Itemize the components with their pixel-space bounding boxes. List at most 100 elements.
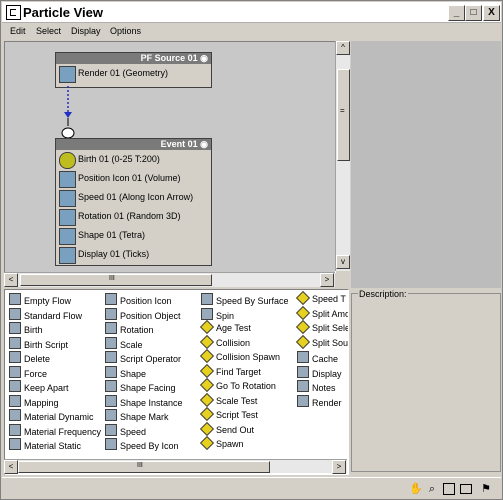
- depot-item[interactable]: Speed T: [295, 290, 346, 306]
- depot-item[interactable]: Send Out: [199, 421, 254, 436]
- depot-item[interactable]: Go To Rotation: [199, 377, 276, 393]
- depot-item[interactable]: Shape Facing: [105, 380, 176, 393]
- operator-icon: [105, 409, 117, 421]
- menu-display[interactable]: Display: [71, 26, 101, 36]
- operator-shape[interactable]: Shape 01 (Tetra): [56, 226, 211, 245]
- depot-item-label: Split Sele: [312, 323, 349, 333]
- depot-item[interactable]: Collision: [199, 334, 250, 349]
- horizontal-scroll-thumb[interactable]: III: [20, 274, 212, 286]
- depot-item[interactable]: Split Amo: [295, 305, 349, 320]
- scroll-up-button[interactable]: ^: [336, 41, 350, 55]
- graph-vertical-scrollbar[interactable]: ^ = v: [335, 41, 350, 271]
- depot-scroll-left-button[interactable]: <: [4, 460, 18, 474]
- operator-birth[interactable]: Birth 01 (0-25 T:200): [56, 150, 211, 169]
- depot-item[interactable]: Render: [297, 394, 342, 408]
- pan-icon[interactable]: ✋: [409, 483, 423, 495]
- depot-item[interactable]: Split Sou: [295, 334, 348, 349]
- parameters-panel[interactable]: [351, 41, 501, 288]
- depot-item-label: Split Amo: [312, 308, 349, 319]
- no-icon[interactable]: ⚑: [480, 483, 492, 495]
- test-icon: [199, 334, 215, 349]
- depot-item[interactable]: Display: [297, 365, 342, 379]
- depot-item-label: Delete: [24, 354, 51, 364]
- pf-source-toggle-icon[interactable]: ◉: [200, 53, 208, 63]
- depot-item[interactable]: Speed By Surface: [201, 293, 289, 306]
- position-icon: [59, 171, 76, 188]
- depot-item[interactable]: Material Frequency: [9, 423, 102, 437]
- depot-scroll-right-button[interactable]: >: [332, 460, 346, 474]
- vertical-scroll-thumb[interactable]: =: [337, 69, 350, 161]
- operator-icon: [9, 394, 21, 407]
- depot-item-label: Standard Flow: [24, 310, 83, 321]
- test-icon: [199, 406, 215, 422]
- depot-item[interactable]: Scale Test: [199, 392, 257, 407]
- test-icon: [199, 348, 215, 364]
- depot-item[interactable]: Position Object: [105, 307, 181, 321]
- depot-item[interactable]: Collision Spawn: [199, 348, 280, 364]
- depot-item[interactable]: Notes: [297, 380, 336, 393]
- depot-item-label: Age Test: [216, 323, 251, 333]
- depot-item-label: Cache: [312, 354, 339, 364]
- scroll-left-button[interactable]: <: [4, 273, 18, 287]
- menu-bar: Edit Select Display Options: [2, 24, 501, 39]
- depot-item[interactable]: Cache: [297, 351, 338, 364]
- depot-item[interactable]: Find Target: [199, 363, 261, 378]
- menu-edit[interactable]: Edit: [10, 26, 26, 36]
- depot-horizontal-scrollbar[interactable]: < III >: [4, 459, 347, 474]
- depot-item[interactable]: Script Test: [199, 406, 258, 422]
- scroll-right-button[interactable]: >: [320, 273, 334, 287]
- depot-item[interactable]: Shape: [105, 365, 146, 379]
- depot-item[interactable]: Speed By Icon: [105, 438, 179, 451]
- depot-item-label: Material Frequency: [24, 426, 102, 437]
- depot-item[interactable]: Rotation: [105, 322, 154, 335]
- operator-position-icon[interactable]: Position Icon 01 (Volume): [56, 169, 211, 188]
- depot-item[interactable]: Birth: [9, 322, 43, 335]
- pf-source-node[interactable]: PF Source 01 ◉ Render 01 (Geometry): [55, 52, 212, 88]
- operator-speed[interactable]: Speed 01 (Along Icon Arrow): [56, 188, 211, 207]
- test-icon: [295, 290, 311, 306]
- graph-horizontal-scrollbar[interactable]: < III >: [4, 272, 335, 287]
- zoom-icon[interactable]: ⌕: [426, 483, 438, 495]
- scroll-down-button[interactable]: v: [336, 255, 350, 269]
- depot-item[interactable]: Spin: [201, 307, 234, 321]
- operator-render[interactable]: Render 01 (Geometry): [56, 64, 211, 83]
- maximize-button[interactable]: □: [465, 5, 482, 21]
- depot-item-label: Mapping: [24, 397, 59, 408]
- depot-item[interactable]: Birth Script: [9, 336, 68, 350]
- depot-item[interactable]: Mapping: [9, 394, 59, 408]
- depot-item[interactable]: Empty Flow: [9, 293, 71, 306]
- depot-item[interactable]: Delete: [9, 351, 50, 364]
- depot-item[interactable]: Material Dynamic: [9, 409, 94, 422]
- depot-item[interactable]: Spawn: [199, 435, 244, 451]
- depot-item[interactable]: Split Sele: [295, 319, 349, 335]
- depot-item-label: Birth: [24, 325, 43, 335]
- depot-item[interactable]: Script Operator: [105, 351, 181, 364]
- zoom-extents-icon[interactable]: [460, 484, 472, 494]
- test-icon: [199, 377, 215, 393]
- depot-item[interactable]: Age Test: [199, 319, 251, 335]
- depot-item[interactable]: Shape Instance: [105, 394, 183, 408]
- depot-item[interactable]: Speed: [105, 423, 146, 437]
- operator-rotation[interactable]: Rotation 01 (Random 3D): [56, 207, 211, 226]
- event-graph[interactable]: PF Source 01 ◉ Render 01 (Geometry) Even…: [4, 41, 336, 273]
- depot-item-label: Spawn: [216, 439, 244, 449]
- event-toggle-icon[interactable]: ◉: [200, 139, 208, 149]
- close-button[interactable]: X: [483, 5, 500, 21]
- depot-item[interactable]: Shape Mark: [105, 409, 169, 422]
- zoom-region-icon[interactable]: [443, 483, 455, 495]
- depot-item[interactable]: Position Icon: [105, 293, 172, 306]
- minimize-button[interactable]: _: [448, 5, 465, 21]
- event-node[interactable]: Event 01 ◉ Birth 01 (0-25 T:200) Positio…: [55, 138, 212, 266]
- depot-item[interactable]: Scale: [105, 336, 143, 350]
- depot-item[interactable]: Material Static: [9, 438, 81, 451]
- depot-item[interactable]: Keep Apart: [9, 380, 69, 393]
- depot-item-label: Speed T: [312, 294, 346, 304]
- depot-item[interactable]: Standard Flow: [9, 307, 83, 321]
- menu-select[interactable]: Select: [36, 26, 61, 36]
- operator-display[interactable]: Display 01 (Ticks): [56, 245, 211, 264]
- depot-item[interactable]: Force: [9, 365, 47, 379]
- menu-options[interactable]: Options: [110, 26, 141, 36]
- depot-panel[interactable]: Empty Flow Standard Flow Birth Birth Script…: [4, 289, 349, 475]
- depot-scroll-thumb[interactable]: III: [18, 461, 270, 473]
- operator-icon: [105, 322, 117, 334]
